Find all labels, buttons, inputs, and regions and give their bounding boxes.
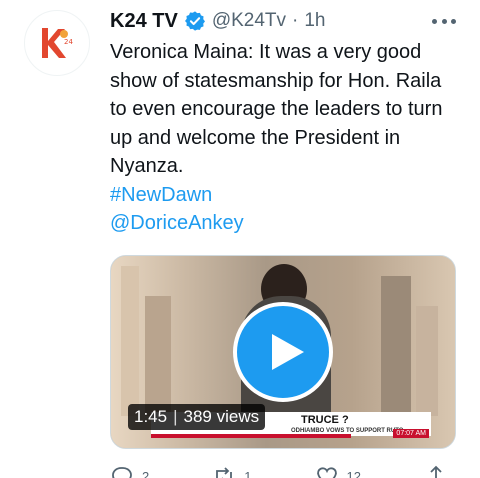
retweet-button[interactable]: 1 <box>212 466 251 478</box>
timestamp[interactable]: 1h <box>304 10 325 32</box>
ticker-subtitle: ODHIAMBO VOWS TO SUPPORT RUTO <box>291 428 404 434</box>
tweet-body: Veronica Maina: It was a very good show … <box>110 38 460 238</box>
play-button[interactable] <box>233 302 333 402</box>
action-bar: 2 1 12 <box>110 465 456 478</box>
ticker-time: 07:07 AM <box>393 429 429 438</box>
heart-icon <box>316 467 337 478</box>
share-button[interactable] <box>424 465 456 478</box>
mention-link[interactable]: @DoriceAnkey <box>110 209 460 238</box>
svg-text:24: 24 <box>64 38 73 46</box>
retweet-icon <box>216 467 233 478</box>
video-player[interactable]: TRUCE ? ODHIAMBO VOWS TO SUPPORT RUTO 07… <box>110 255 456 449</box>
like-count: 12 <box>346 468 361 478</box>
badge-separator: | <box>173 407 178 426</box>
author-name[interactable]: K24 TV <box>110 10 178 33</box>
like-button[interactable]: 12 <box>315 466 361 478</box>
reply-count: 2 <box>142 468 150 478</box>
video-stats-badge: 1:45 | 389 views <box>128 404 266 430</box>
video-duration: 1:45 <box>134 407 168 426</box>
retweet-count: 1 <box>244 468 252 478</box>
separator-dot: · <box>292 10 299 31</box>
view-count: 389 views <box>183 407 260 426</box>
tweet-text: Veronica Maina: It was a very good show … <box>110 41 443 177</box>
ticker-title: TRUCE ? <box>301 414 349 426</box>
play-icon <box>272 334 304 370</box>
author-handle[interactable]: @K24Tv <box>212 10 286 32</box>
hashtag-link[interactable]: #NewDawn <box>110 181 460 210</box>
more-options-icon[interactable] <box>432 10 456 32</box>
k24-logo-icon: 24 <box>42 28 73 58</box>
tweet-header: K24 TV @K24Tv · 1h <box>110 8 456 34</box>
verified-badge-icon <box>184 11 205 31</box>
avatar[interactable]: 24 <box>24 10 90 76</box>
reply-icon <box>112 467 132 478</box>
reply-button[interactable]: 2 <box>110 466 149 478</box>
share-icon <box>427 465 445 478</box>
